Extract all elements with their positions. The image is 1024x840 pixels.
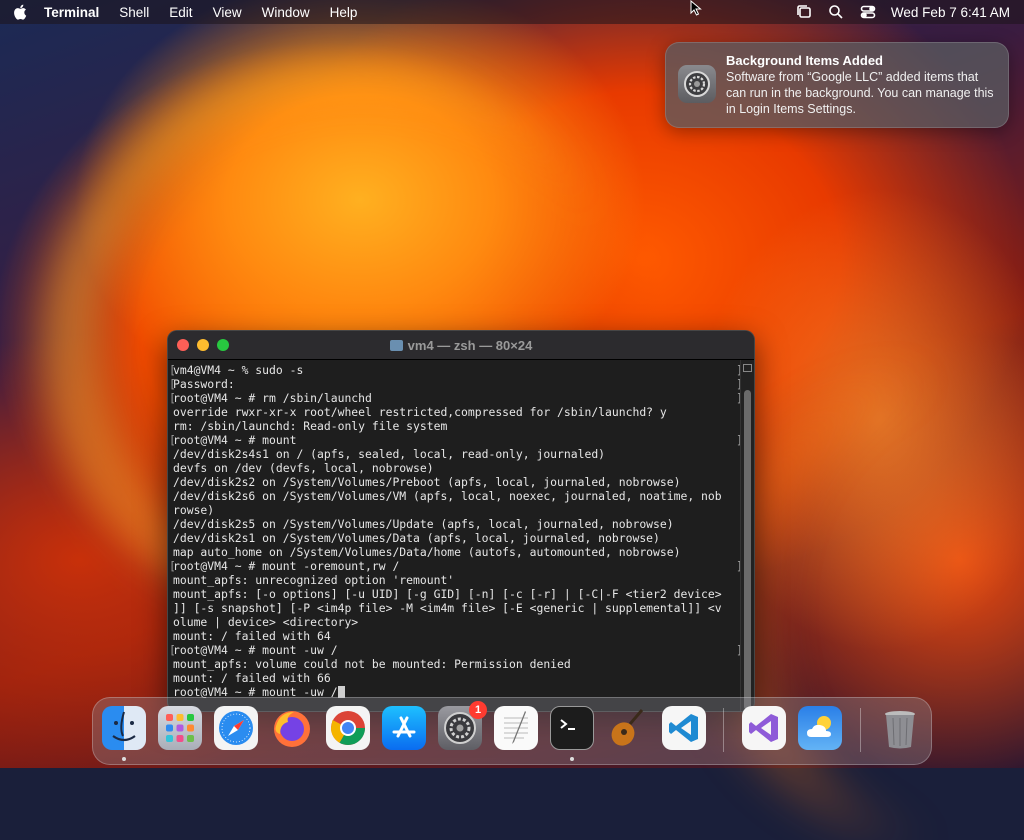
terminal-line: vm4@VM4 ~ % sudo -s xyxy=(169,363,743,377)
menu-window[interactable]: Window xyxy=(252,5,320,20)
notification-badge: 1 xyxy=(469,701,487,719)
terminal-line: /dev/disk2s5 on /System/Volumes/Update (… xyxy=(173,517,674,531)
terminal-line: /dev/disk2s6 on /System/Volumes/VM (apfs… xyxy=(173,489,722,503)
menu-view[interactable]: View xyxy=(203,5,252,20)
terminal-line: override rwxr-xr-x root/wheel restricted… xyxy=(173,405,667,419)
launchpad-icon[interactable] xyxy=(158,706,202,750)
terminal-line: mount_apfs: [-o options] [-u UID] [-g GI… xyxy=(173,587,722,601)
menu-app-name[interactable]: Terminal xyxy=(40,5,109,20)
terminal-line: /dev/disk2s2 on /System/Volumes/Preboot … xyxy=(173,475,681,489)
chrome-icon[interactable] xyxy=(326,706,370,750)
terminal-line: Password: xyxy=(169,377,743,391)
stage-manager-icon[interactable] xyxy=(795,4,813,20)
window-title: vm4 — zsh — 80×24 xyxy=(168,338,754,353)
notification-body: Software from “Google LLC” added items t… xyxy=(726,70,994,116)
weather-icon[interactable] xyxy=(798,706,842,750)
apple-menu-icon[interactable] xyxy=(0,1,40,24)
scroll-marker-icon xyxy=(743,364,752,372)
vscode-icon[interactable] xyxy=(662,706,706,750)
visual-studio-icon[interactable] xyxy=(742,706,786,750)
terminal-line: ]] [-s snapshot] [-P <im4p file> -M <im4… xyxy=(173,601,722,615)
mouse-pointer-icon xyxy=(690,0,702,16)
menu-clock[interactable]: Wed Feb 7 6:41 AM xyxy=(891,5,1010,20)
terminal-line: mount_apfs: unrecognized option 'remount… xyxy=(173,573,455,587)
terminal-line: root@VM4 ~ # mount -oremount,rw / xyxy=(169,559,743,573)
terminal-scrollbar[interactable] xyxy=(740,360,754,711)
notification-title: Background Items Added xyxy=(726,53,883,68)
firefox-icon[interactable] xyxy=(270,706,314,750)
terminal-titlebar[interactable]: vm4 — zsh — 80×24 xyxy=(168,331,754,360)
menu-shell[interactable]: Shell xyxy=(109,5,159,20)
terminal-line: /dev/disk2s1 on /System/Volumes/Data (ap… xyxy=(173,531,660,545)
menu-edit[interactable]: Edit xyxy=(159,5,202,20)
terminal-line: rm: /sbin/launchd: Read-only file system xyxy=(173,419,448,433)
terminal-line: devfs on /dev (devfs, local, nobrowse) xyxy=(173,461,434,475)
system-settings-gear-icon xyxy=(678,65,716,103)
terminal-line: olume | device> <directory> xyxy=(173,615,359,629)
terminal-line: map auto_home on /System/Volumes/Data/ho… xyxy=(173,545,681,559)
terminal-icon[interactable] xyxy=(550,706,594,750)
terminal-line: mount: / failed with 66 xyxy=(173,671,331,685)
guitar-icon[interactable] xyxy=(606,706,650,750)
textedit-icon[interactable] xyxy=(494,706,538,750)
trash-icon[interactable] xyxy=(878,706,922,750)
terminal-line: mount_apfs: volume could not be mounted:… xyxy=(173,657,571,671)
spotlight-search-icon[interactable] xyxy=(827,4,845,20)
terminal-line: root@VM4 ~ # mount -uw / xyxy=(169,643,743,657)
terminal-line: root@VM4 ~ # mount xyxy=(169,433,743,447)
menu-help[interactable]: Help xyxy=(320,5,368,20)
terminal-output[interactable]: vm4@VM4 ~ % sudo -s Password: root@VM4 ~… xyxy=(168,360,743,711)
window-title-text: vm4 — zsh — 80×24 xyxy=(407,338,533,353)
running-indicator xyxy=(122,757,126,761)
app-store-icon[interactable] xyxy=(382,706,426,750)
running-indicator xyxy=(570,757,574,761)
safari-icon[interactable] xyxy=(214,706,258,750)
terminal-line: root@VM4 ~ # rm /sbin/launchd xyxy=(169,391,743,405)
dock: 1 xyxy=(92,697,932,765)
scrollbar-thumb[interactable] xyxy=(744,390,751,710)
finder-icon[interactable] xyxy=(102,706,146,750)
notification-banner[interactable]: Background Items Added Software from “Go… xyxy=(665,42,1009,128)
dock-separator xyxy=(860,708,861,752)
dock-separator xyxy=(723,708,724,752)
terminal-window[interactable]: vm4 — zsh — 80×24 vm4@VM4 ~ % sudo -s Pa… xyxy=(167,330,755,712)
terminal-line: mount: / failed with 64 xyxy=(173,629,331,643)
menu-bar: Terminal Shell Edit View Window Help Wed… xyxy=(0,0,1024,24)
terminal-line: rowse) xyxy=(173,503,215,517)
control-center-icon[interactable] xyxy=(859,4,877,20)
folder-icon xyxy=(389,340,403,351)
terminal-line: /dev/disk2s4s1 on / (apfs, sealed, local… xyxy=(173,447,606,461)
